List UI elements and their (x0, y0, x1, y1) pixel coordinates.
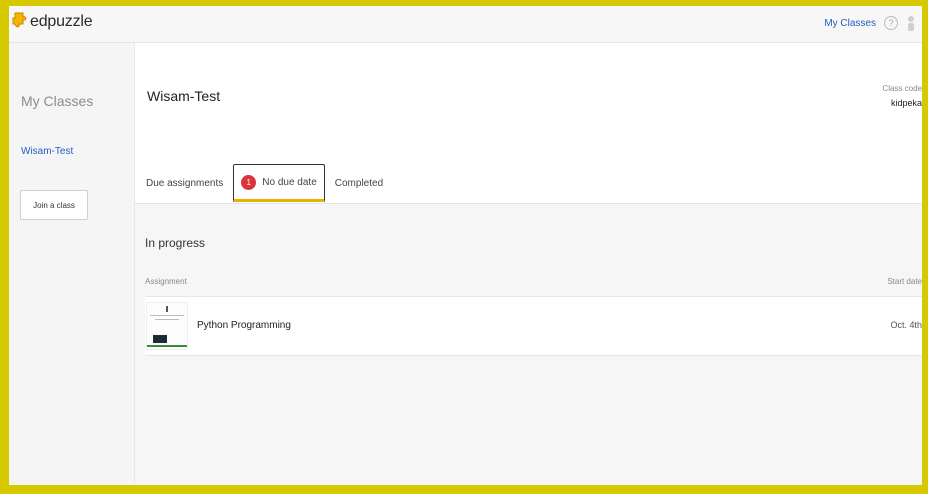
help-circle-icon[interactable]: ? (884, 16, 898, 30)
brand-name: edpuzzle (30, 13, 93, 30)
column-header-start-date: Start date (887, 277, 922, 286)
video-thumbnail (146, 302, 188, 350)
join-class-button[interactable]: Join a class (20, 190, 88, 220)
assignment-row[interactable]: Python Programming Oct. 4th (145, 296, 922, 356)
tab-label: Completed (334, 177, 384, 189)
top-right-nav: My Classes ? (824, 14, 916, 32)
sidebar-item-wisam-test[interactable]: Wisam-Test (21, 146, 73, 157)
puzzle-logo-icon (12, 12, 27, 28)
tab-no-due-date[interactable]: 1 No due date (233, 164, 325, 202)
assignment-start-date: Oct. 4th (890, 320, 922, 330)
tab-due-assignments[interactable]: Due assignments (139, 164, 230, 202)
column-header-assignment: Assignment (145, 277, 187, 286)
assignments-panel: In progress Assignment Start date Python… (135, 203, 922, 485)
assignment-tabs: Due assignments 1 No due date Completed (139, 164, 390, 202)
count-badge: 1 (241, 174, 257, 190)
class-title: Wisam-Test (147, 88, 221, 104)
top-bar: edpuzzle My Classes ? (9, 6, 922, 43)
app-window: edpuzzle My Classes ? My Classes Wisam-T… (9, 6, 922, 485)
assignment-name: Python Programming (197, 320, 291, 331)
tab-label: Due assignments (146, 177, 224, 189)
user-avatar-icon[interactable] (906, 14, 916, 32)
class-code-label: Class code (882, 84, 922, 93)
tab-label: No due date (262, 176, 317, 188)
tab-completed[interactable]: Completed (328, 164, 390, 202)
brand-logo[interactable]: edpuzzle (12, 12, 93, 32)
class-code: kidpeka (890, 98, 922, 108)
sidebar-title: My Classes (21, 93, 94, 109)
section-title: In progress (145, 236, 206, 250)
my-classes-link[interactable]: My Classes (824, 18, 876, 29)
sidebar: My Classes Wisam-Test Join a class (9, 43, 135, 485)
